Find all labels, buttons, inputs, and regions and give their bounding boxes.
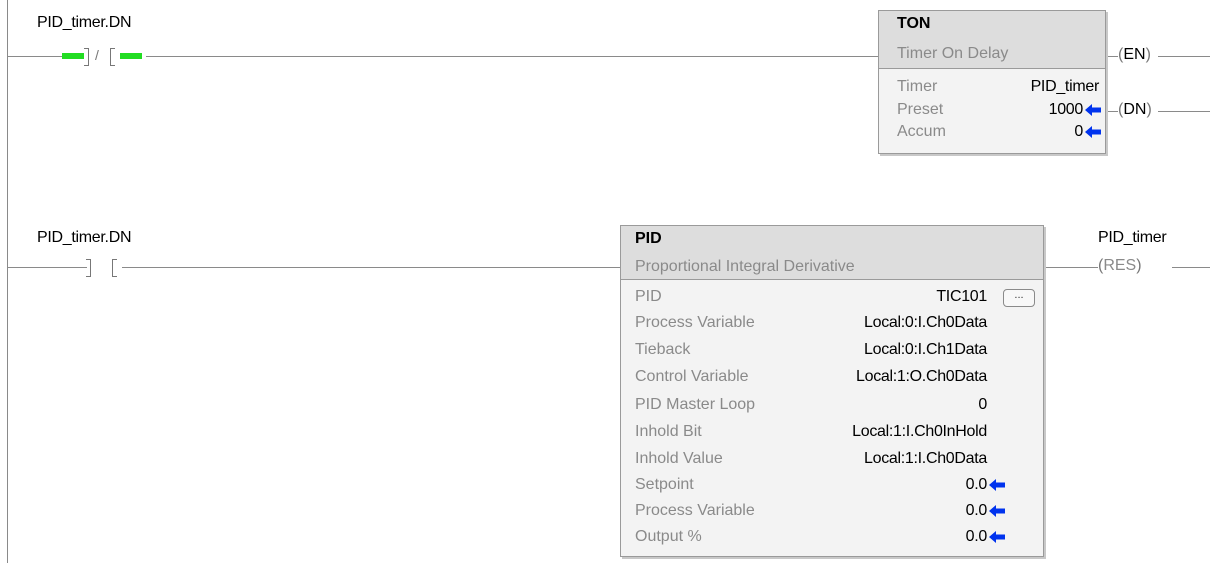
rung0-wire-left [7,56,62,57]
rung0-wire-en-out [1158,56,1210,57]
pid-value-setpoint[interactable]: 0.0 [966,476,988,494]
pid-label-output: Output % [635,528,702,545]
pid-value-process-variable[interactable]: Local:0:I.Ch0Data [864,314,987,332]
pid-value-inhold-bit[interactable]: Local:1:I.Ch0InHold [852,423,987,441]
contact-bracket-right [110,48,115,66]
pid-value-tieback[interactable]: Local:0:I.Ch1Data [864,341,987,359]
left-power-rail [7,0,8,563]
process-variable-arrow-icon [989,505,1005,517]
res-coil-tag[interactable]: PID_timer [1098,229,1167,247]
pid-value-output[interactable]: 0.0 [966,528,988,546]
pid-label-process-variable: Process Variable [635,314,755,331]
pid-label-inhold-bit: Inhold Bit [635,423,702,440]
accum-arrow-icon [1085,126,1101,138]
pid-label-setpoint: Setpoint [635,476,694,493]
pid-label-inhold-value: Inhold Value [635,450,723,467]
rung1-wire-left [7,267,87,268]
pid-value-master-loop[interactable]: 0 [978,396,987,414]
ton-dn-output: (DN) [1118,101,1152,118]
pid-label-control-variable: Control Variable [635,368,749,385]
rung1-wire-res-out [1172,267,1210,268]
setpoint-arrow-icon [989,479,1005,491]
contact-bracket-right [112,259,117,277]
ton-label-accum: Accum [897,123,946,140]
pid-title: PID [635,230,662,247]
ton-label-timer: Timer [897,78,938,95]
rung0-wire-dn-out [1158,111,1210,112]
pid-label-process-variable-2: Process Variable [635,502,755,519]
ton-value-timer[interactable]: PID_timer [1031,78,1100,96]
ton-label-preset: Preset [897,101,944,118]
pid-instruction-block[interactable]: PID Proportional Integral Derivative PID… [620,225,1044,557]
rung0-wire-mid [146,56,879,57]
ton-instruction-block[interactable]: TON Timer On Delay Timer PID_timer Prese… [878,10,1106,154]
pid-value-inhold-value[interactable]: Local:1:I.Ch0Data [864,450,987,468]
ton-value-preset[interactable]: 1000 [1049,101,1084,119]
pid-setup-button[interactable]: ... [1003,289,1035,307]
res-coil[interactable]: (RES) [1098,257,1142,275]
pid-label-master-loop: PID Master Loop [635,396,756,413]
pid-value-control-variable[interactable]: Local:1:O.Ch0Data [856,368,987,386]
res-label: RES [1103,257,1137,274]
pid-subtitle: Proportional Integral Derivative [635,258,855,275]
preset-arrow-icon [1085,104,1101,116]
contact-bracket-left [86,259,91,277]
rung1-wire-res-in [1042,267,1098,268]
rung0-wire-dn-in [1104,111,1118,112]
contact-bracket-left [84,48,89,66]
pid-value-pid[interactable]: TIC101 [936,288,987,306]
rung1-contact-tag[interactable]: PID_timer.DN [37,229,132,247]
output-arrow-icon [989,531,1005,543]
pid-value-process-variable-2[interactable]: 0.0 [966,502,988,520]
ton-title: TON [897,15,931,32]
en-label: EN [1123,46,1146,63]
energized-right-bar [120,53,142,59]
pid-label-tieback: Tieback [635,341,691,358]
ton-value-accum[interactable]: 0 [1074,123,1083,141]
contact-slash: / [95,47,99,63]
rung0-contact-tag[interactable]: PID_timer.DN [37,14,132,32]
dn-label: DN [1123,101,1147,118]
rung0-wire-en-in [1104,56,1118,57]
energized-left-bar [62,53,84,59]
ton-en-output: (EN) [1118,46,1151,63]
ton-subtitle: Timer On Delay [897,45,1009,62]
rung1-wire-mid [122,267,620,268]
pid-label-pid: PID [635,288,662,305]
